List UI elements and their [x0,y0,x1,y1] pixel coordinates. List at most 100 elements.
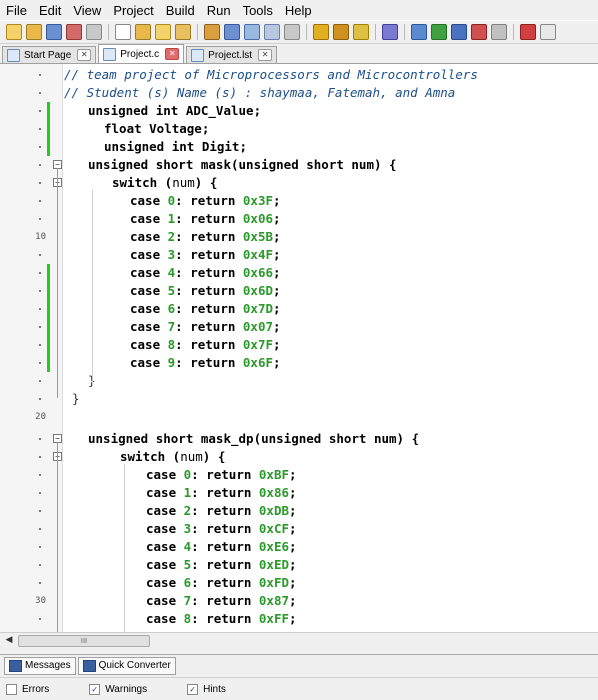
code-line: case 5: return 0xED; [0,556,598,574]
options-icon[interactable] [204,24,220,40]
line-marker [39,362,41,364]
scroll-thumb[interactable]: III [18,635,150,647]
code-text: unsigned int Digit; [104,139,247,154]
code-line: case 1: return 0x86; [0,484,598,502]
stop-icon[interactable] [520,24,536,40]
seven-segment-icon[interactable] [431,24,447,40]
change-marker [47,318,50,336]
code-editor[interactable]: // team project of Microprocessors and M… [0,64,598,632]
code-text: case 4: return 0xE6; [146,539,297,554]
code-text: case 2: return 0xDB; [146,503,297,518]
close-icon[interactable]: ✕ [77,49,92,61]
build-icon[interactable] [313,24,329,40]
menu-edit[interactable]: Edit [33,3,67,18]
line-marker [39,290,41,292]
filter-warnings[interactable]: ✓ Warnings [89,683,147,695]
code-line: case 9: return 0x6F; [0,354,598,372]
save-all-icon[interactable] [224,24,240,40]
filter-errors[interactable]: Errors [6,683,49,695]
code-line: float Voltage; [0,120,598,138]
tab-quick-converter[interactable]: Quick Converter [77,656,176,675]
code-line: } [0,372,598,390]
lcd-icon[interactable] [451,24,467,40]
code-text: unsigned short mask_dp(unsigned short nu… [88,431,420,446]
menu-tools[interactable]: Tools [237,3,279,18]
udp-terminal-icon[interactable] [491,24,507,40]
file-icon [103,47,117,61]
line-number: 30 [35,596,46,606]
line-marker [39,182,41,184]
menu-file[interactable]: File [0,3,33,18]
code-text: case 1: return 0x86; [146,485,297,500]
menu-project[interactable]: Project [107,3,159,18]
horizontal-scrollbar[interactable]: ◀ III [0,632,598,648]
line-marker [39,200,41,202]
graphic-lcd-icon[interactable] [471,24,487,40]
code-line: case 5: return 0x6D; [0,282,598,300]
change-marker [47,282,50,300]
tab-messages[interactable]: Messages [4,656,76,675]
code-line: case 8: return 0xFF; [0,610,598,628]
line-marker [39,582,41,584]
code-line: } [0,390,598,408]
code-line: // team project of Microprocessors and M… [0,66,598,84]
close-file-icon[interactable] [66,24,82,40]
help-icon[interactable] [540,24,556,40]
tab-label: Quick Converter [98,660,171,671]
code-text: case 6: return 0xFD; [146,575,297,590]
errors-checkbox[interactable] [6,683,17,695]
filter-label: Hints [203,683,226,695]
menu-view[interactable]: View [67,3,107,18]
line-marker [39,128,41,130]
line-marker [39,438,41,440]
tab-start-page[interactable]: Start Page ✕ [2,46,97,63]
tab-label: Messages [25,660,71,671]
build-project-icon[interactable] [353,24,369,40]
new-file-icon[interactable] [6,24,22,40]
folder-icon[interactable] [175,24,191,40]
line-marker [39,528,41,530]
add-file-icon[interactable] [155,24,171,40]
print-preview-icon[interactable] [284,24,300,40]
home-icon [7,48,20,62]
code-text: case 0: return 0x3F; [130,193,281,208]
warnings-checkbox[interactable]: ✓ [89,683,101,695]
toolbar-separator [306,24,307,40]
code-text: float Voltage; [104,121,210,136]
close-icon[interactable]: ✕ [165,48,180,60]
code-line: case 3: return 0xCF; [0,520,598,538]
build-all-icon[interactable] [333,24,349,40]
menu-help[interactable]: Help [279,3,318,18]
code-text: switch (num) { [120,449,226,464]
scroll-left-icon[interactable]: ◀ [2,633,16,647]
copy-icon[interactable] [244,24,260,40]
open-icon[interactable] [26,24,42,40]
code-line: 10 case 2: return 0x5B; [0,228,598,246]
save-icon[interactable] [46,24,62,40]
indent-guide [92,190,93,386]
line-marker [39,344,41,346]
toolbar-separator [197,24,198,40]
tab-project-lst[interactable]: Project.lst ✕ [186,46,278,63]
menu-build[interactable]: Build [160,3,201,18]
programmer-icon[interactable] [382,24,398,40]
message-filter-bar: Errors ✓ Warnings ✓ Hints [0,677,598,700]
code-text: case 8: return 0x7F; [130,337,281,352]
open-project-icon[interactable] [135,24,151,40]
menu-run[interactable]: Run [201,3,237,18]
code-text: case 2: return 0x5B; [130,229,281,244]
code-line: case 0: return 0xBF; [0,466,598,484]
ascii-chart-icon[interactable] [411,24,427,40]
paste-icon[interactable] [264,24,280,40]
print-icon[interactable] [86,24,102,40]
line-marker [39,456,41,458]
code-text: case 7: return 0x87; [146,593,297,608]
hints-checkbox[interactable]: ✓ [187,683,199,695]
new-project-icon[interactable] [115,24,131,40]
close-icon[interactable]: ✕ [258,49,273,61]
filter-hints[interactable]: ✓ Hints [187,683,226,695]
line-marker [39,474,41,476]
toolbar-separator [513,24,514,40]
code-line: case 7: return 0x07; [0,318,598,336]
tab-project-c[interactable]: Project.c ✕ [98,44,185,63]
